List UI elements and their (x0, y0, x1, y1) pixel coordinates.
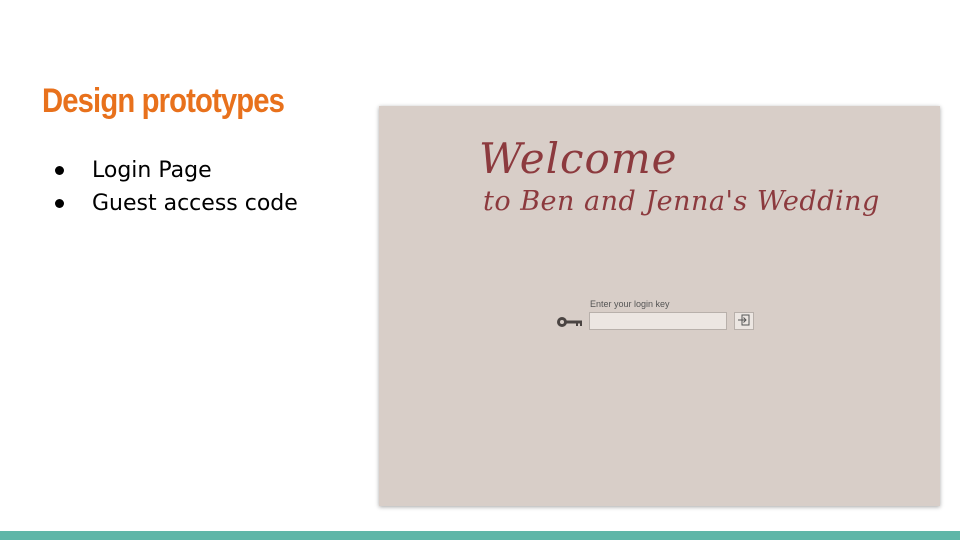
key-icon (556, 315, 584, 329)
bottom-accent-bar (0, 531, 960, 540)
bullet-item: Guest access code (52, 187, 298, 220)
bullet-dot (55, 199, 64, 208)
bullet-item: Login Page (52, 154, 298, 187)
welcome-subtitle: to Ben and Jenna's Wedding (483, 186, 880, 217)
login-key-input[interactable] (589, 312, 727, 330)
bullet-list: Login Page Guest access code (52, 154, 298, 220)
welcome-title: Welcome (479, 134, 678, 183)
bullet-text-guest-access-code: Guest access code (92, 191, 298, 216)
bullet-dot (55, 166, 64, 175)
bullet-text-login-page: Login Page (92, 158, 212, 183)
login-submit-button[interactable] (734, 312, 754, 330)
login-key-label: Enter your login key (590, 299, 670, 309)
login-page-prototype: Welcome to Ben and Jenna's Wedding Enter… (379, 106, 940, 506)
login-arrow-icon (737, 314, 751, 329)
slide-title: Design prototypes (42, 82, 285, 120)
